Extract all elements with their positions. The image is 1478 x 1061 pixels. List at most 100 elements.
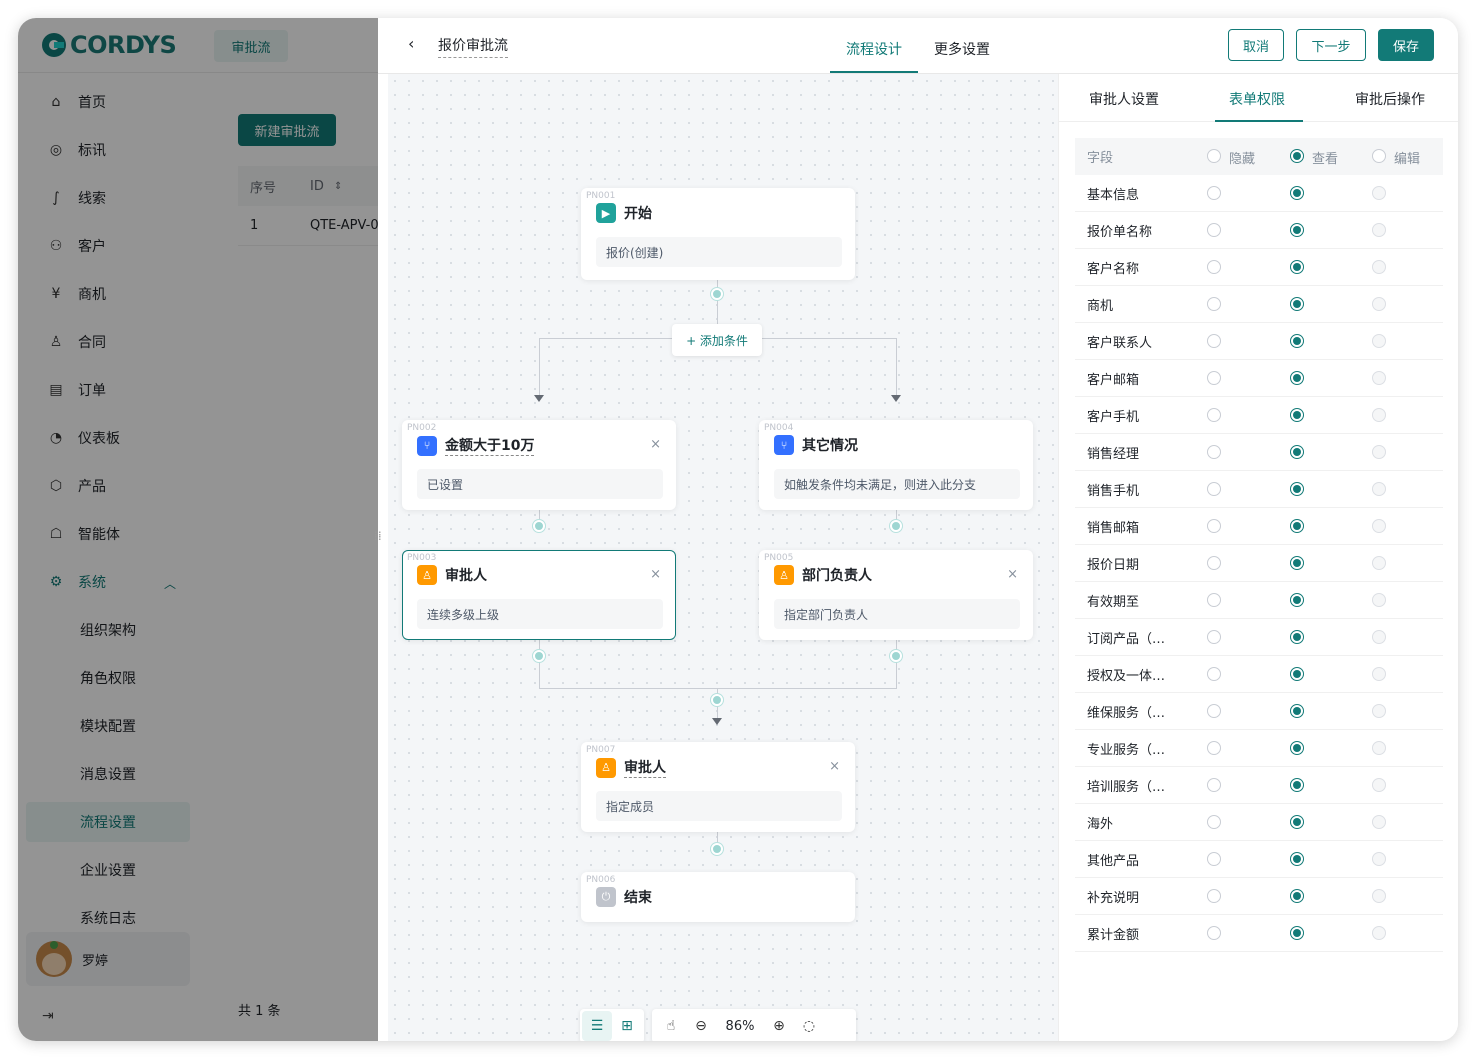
view-radio[interactable] — [1290, 260, 1304, 274]
view-radio[interactable] — [1290, 482, 1304, 496]
add-node-dot[interactable] — [711, 288, 723, 300]
hide-radio[interactable] — [1207, 519, 1221, 533]
hide-radio[interactable] — [1207, 926, 1221, 940]
view-radio[interactable] — [1290, 408, 1304, 422]
hide-radio[interactable] — [1207, 260, 1221, 274]
close-icon[interactable]: × — [650, 567, 661, 582]
view-radio[interactable] — [1290, 186, 1304, 200]
flow-canvas[interactable]: ⁞⁞ + 添加条件 PN001 ▶ 开始 报价(创建) PN002 ⑂ 金额大于… — [374, 74, 1058, 1041]
hide-radio[interactable] — [1207, 482, 1221, 496]
approval-flow-drawer: ‹ 报价审批流 流程设计 更多设置 取消 下一步 保存 ⁞⁞ + 添加条件 PN… — [374, 18, 1458, 1041]
tab-form-permissions[interactable]: 表单权限 — [1229, 89, 1285, 109]
field-name: 专业服务（… — [1087, 742, 1166, 758]
hide-radio[interactable] — [1207, 889, 1221, 903]
view-radio[interactable] — [1290, 371, 1304, 385]
view-radio[interactable] — [1290, 704, 1304, 718]
save-button[interactable]: 保存 — [1378, 29, 1434, 61]
tab-approver-settings[interactable]: 审批人设置 — [1089, 89, 1159, 109]
permission-rows: 基本信息 报价单名称 客户名称 商机 客户联系人 客户邮箱 客户手机 销售经理 销售手机 销售邮箱… — [1075, 175, 1443, 952]
add-node-dot[interactable] — [711, 843, 723, 855]
flow-node-condition-amount[interactable]: PN002 ⑂ 金额大于10万 × 已设置 — [402, 420, 676, 510]
view-radio[interactable] — [1290, 556, 1304, 570]
edit-radio — [1372, 223, 1386, 237]
flow-node-approver-member[interactable]: PN007 ♙ 审批人 × 指定成员 — [581, 742, 855, 832]
view-radio[interactable] — [1290, 445, 1304, 459]
tab-post-approval[interactable]: 审批后操作 — [1355, 89, 1425, 109]
add-node-dot[interactable] — [890, 650, 902, 662]
tab-flow-design[interactable]: 流程设计 — [846, 39, 902, 59]
view-radio[interactable] — [1290, 778, 1304, 792]
flow-node-approver-multilevel[interactable]: PN003 ♙ 审批人 × 连续多级上级 — [402, 550, 676, 640]
hide-radio[interactable] — [1207, 704, 1221, 718]
close-icon[interactable]: × — [650, 437, 661, 452]
hide-radio[interactable] — [1207, 741, 1221, 755]
hide-radio[interactable] — [1207, 408, 1221, 422]
view-radio[interactable] — [1290, 667, 1304, 681]
view-radio[interactable] — [1290, 926, 1304, 940]
zoom-out-icon[interactable]: ⊖ — [686, 1011, 716, 1041]
view-radio[interactable] — [1290, 223, 1304, 237]
edit-all-radio[interactable] — [1372, 149, 1386, 163]
hide-radio[interactable] — [1207, 556, 1221, 570]
tab-more-settings[interactable]: 更多设置 — [934, 39, 990, 59]
close-icon[interactable]: × — [1007, 567, 1018, 582]
modal-mask[interactable] — [18, 18, 378, 1041]
add-node-dot[interactable] — [711, 694, 723, 706]
back-chevron-icon[interactable]: ‹ — [408, 34, 414, 53]
view-all-radio[interactable] — [1290, 149, 1304, 163]
hide-radio[interactable] — [1207, 334, 1221, 348]
field-name: 订阅产品（… — [1087, 631, 1166, 647]
field-name: 客户邮箱 — [1087, 372, 1140, 388]
hand-pan-icon[interactable]: ☝ — [656, 1011, 686, 1041]
add-node-dot[interactable] — [533, 650, 545, 662]
hide-radio[interactable] — [1207, 778, 1221, 792]
fit-view-icon[interactable]: ◌ — [794, 1011, 824, 1041]
hide-radio[interactable] — [1207, 445, 1221, 459]
cancel-button[interactable]: 取消 — [1228, 29, 1284, 61]
node-id: PN002 — [407, 423, 437, 433]
grid-layout-icon[interactable]: ⊞ — [612, 1011, 642, 1041]
add-node-dot[interactable] — [890, 520, 902, 532]
edge-merge — [539, 688, 897, 689]
node-header: ♙ 审批人 — [417, 565, 487, 585]
drag-handle-icon[interactable]: ⁞⁞ — [374, 529, 382, 543]
flow-node-department-head[interactable]: PN005 ♙ 部门负责人 × 指定部门负责人 — [759, 550, 1033, 640]
close-icon[interactable]: × — [829, 759, 840, 774]
flow-node-condition-other[interactable]: PN004 ⑂ 其它情况 如触发条件均未满足，则进入此分支 — [759, 420, 1033, 510]
view-radio[interactable] — [1290, 741, 1304, 755]
view-radio[interactable] — [1290, 630, 1304, 644]
view-radio[interactable] — [1290, 852, 1304, 866]
hide-radio[interactable] — [1207, 186, 1221, 200]
align-center-icon[interactable]: ☰ — [582, 1011, 612, 1041]
view-radio[interactable] — [1290, 815, 1304, 829]
hide-radio[interactable] — [1207, 223, 1221, 237]
add-node-dot[interactable] — [533, 520, 545, 532]
drawer-title[interactable]: 报价审批流 — [438, 35, 508, 58]
hide-radio[interactable] — [1207, 371, 1221, 385]
zoom-in-icon[interactable]: ⊕ — [764, 1011, 794, 1041]
flow-node-start[interactable]: PN001 ▶ 开始 报价(创建) — [581, 188, 855, 280]
hide-all-radio[interactable] — [1207, 149, 1221, 163]
hide-radio[interactable] — [1207, 815, 1221, 829]
edit-radio — [1372, 297, 1386, 311]
table-row: 基本信息 — [1075, 175, 1443, 212]
hide-radio[interactable] — [1207, 297, 1221, 311]
hide-radio[interactable] — [1207, 593, 1221, 607]
stamp-icon: ♙ — [774, 565, 794, 585]
view-radio[interactable] — [1290, 889, 1304, 903]
edit-radio — [1372, 926, 1386, 940]
hide-radio[interactable] — [1207, 667, 1221, 681]
hide-radio[interactable] — [1207, 630, 1221, 644]
next-step-button[interactable]: 下一步 — [1296, 29, 1366, 61]
view-radio[interactable] — [1290, 593, 1304, 607]
table-row: 客户联系人 — [1075, 323, 1443, 360]
add-condition-button[interactable]: + 添加条件 — [672, 324, 762, 356]
hide-radio[interactable] — [1207, 852, 1221, 866]
view-radio[interactable] — [1290, 334, 1304, 348]
flow-node-end[interactable]: PN006 ⏻ 结束 — [581, 872, 855, 922]
view-radio[interactable] — [1290, 297, 1304, 311]
permission-header: 字段 隐藏 查看 编辑 — [1075, 138, 1443, 175]
view-radio[interactable] — [1290, 519, 1304, 533]
field-name: 有效期至 — [1087, 594, 1140, 610]
node-header: ⏻ 结束 — [596, 887, 652, 907]
